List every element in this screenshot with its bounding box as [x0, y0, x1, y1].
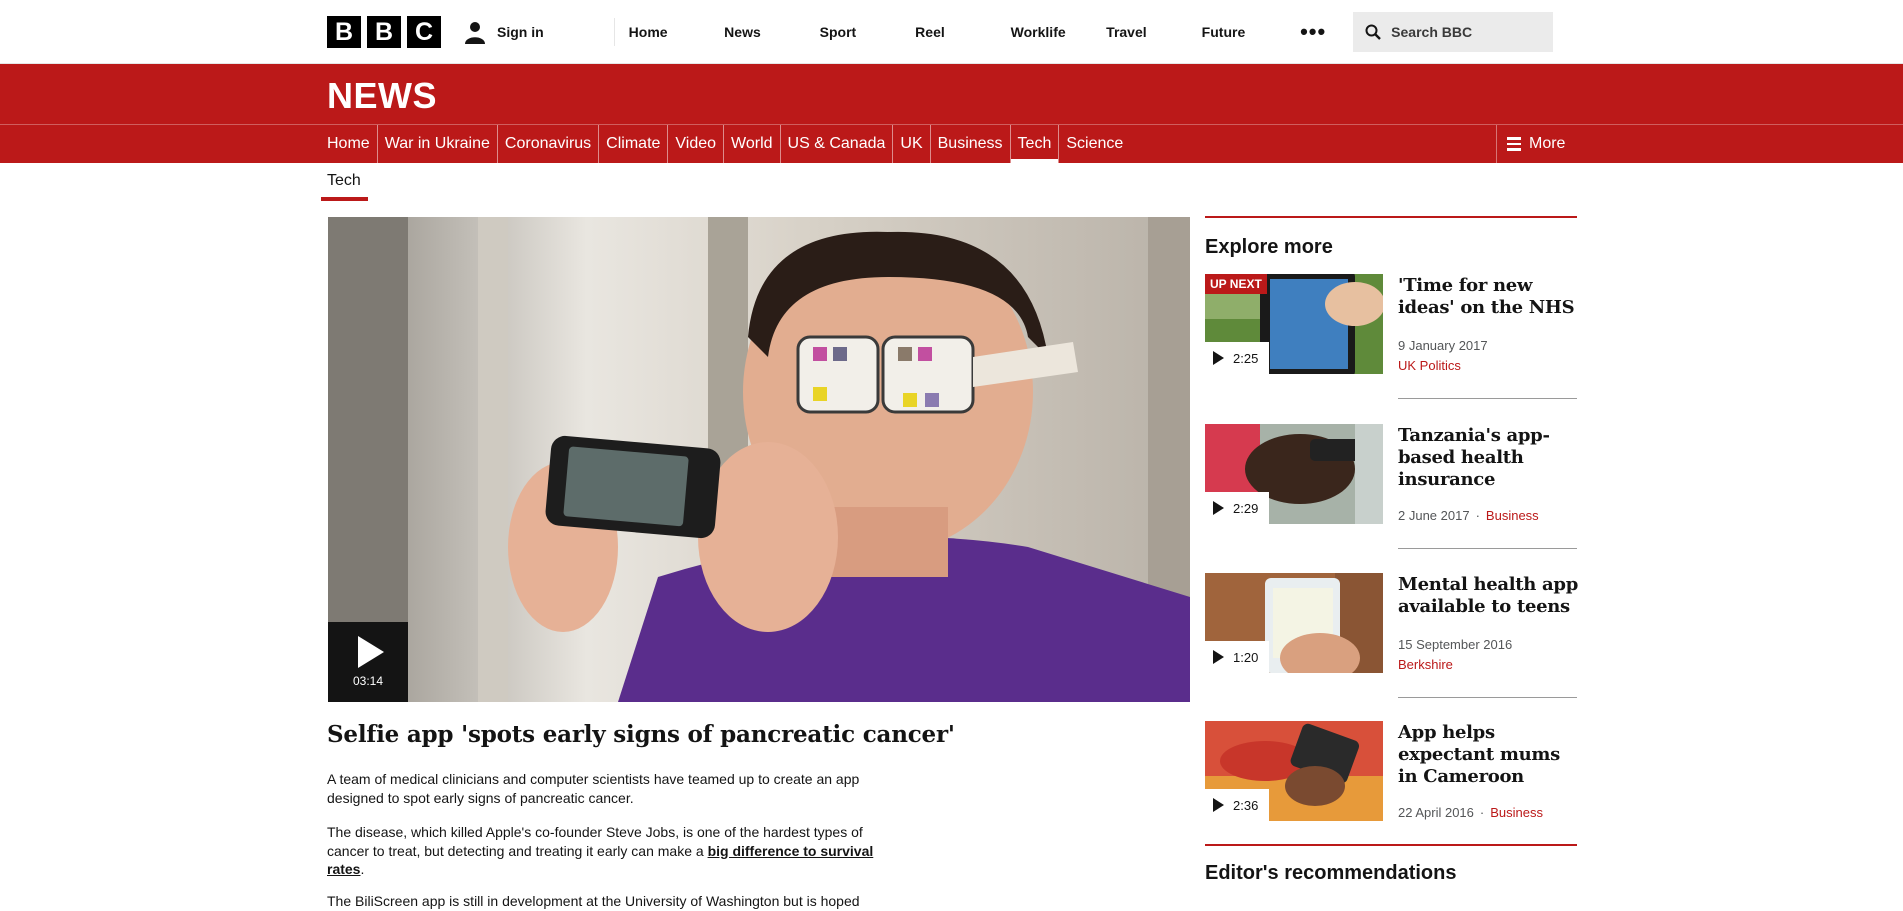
news-nav-war-in-ukraine[interactable]: War in Ukraine: [378, 125, 498, 163]
explore-item-title[interactable]: App helps expectant mums in Cameroon: [1398, 722, 1578, 788]
article-paragraph: A team of medical clinicians and compute…: [327, 771, 860, 806]
explore-thumbnail[interactable]: 2:29: [1205, 424, 1383, 524]
user-icon: [465, 22, 485, 44]
news-banner: NEWS: [0, 64, 1903, 124]
article-paragraph: The disease, which killed Apple's co-fou…: [327, 823, 902, 879]
explore-item-title[interactable]: 'Time for new ideas' on the NHS: [1398, 275, 1578, 319]
explore-thumbnail[interactable]: 2:36: [1205, 721, 1383, 821]
play-icon: [1213, 501, 1224, 515]
gnav-reel[interactable]: Reel: [901, 24, 997, 40]
item-duration: 1:20: [1233, 649, 1259, 665]
more-menu-button[interactable]: •••: [1283, 19, 1343, 45]
item-date: 15 September 2016: [1398, 637, 1513, 652]
editors-recommendations: Editor's recommendations: [1205, 844, 1577, 885]
thumbnail-play: 2:36: [1205, 789, 1269, 821]
thumbnail-play: 2:29: [1205, 492, 1269, 524]
global-header: B B C Sign in Home News Sport Reel Workl…: [0, 0, 1903, 64]
gnav-news[interactable]: News: [710, 24, 806, 40]
explore-item-title[interactable]: Tanzania's app-based health insurance: [1398, 425, 1578, 491]
news-more-button[interactable]: More: [1496, 125, 1577, 163]
news-nav-climate[interactable]: Climate: [599, 125, 669, 163]
search-icon: [1365, 24, 1382, 40]
item-date: 22 April 2016: [1398, 805, 1474, 820]
item-separator: [1398, 697, 1577, 698]
item-meta: 9 January 2017: [1398, 338, 1488, 353]
logo-letter: B: [327, 16, 361, 48]
item-duration: 2:25: [1233, 350, 1259, 366]
item-category-link[interactable]: Business: [1490, 805, 1543, 820]
gnav-future[interactable]: Future: [1188, 24, 1284, 40]
gnav-worklife[interactable]: Worklife: [997, 24, 1093, 40]
item-category-link[interactable]: Business: [1486, 508, 1539, 523]
meta-separator: ·: [1479, 805, 1485, 820]
news-nav-uk[interactable]: UK: [893, 125, 931, 163]
gnav-home[interactable]: Home: [615, 24, 711, 40]
news-logo[interactable]: NEWS: [327, 75, 437, 117]
news-nav-tech[interactable]: Tech: [1010, 125, 1060, 163]
signin-label: Sign in: [497, 24, 544, 40]
global-nav: Home News Sport Reel Worklife Travel Fut…: [615, 24, 1284, 40]
explore-item[interactable]: 2:36 App helps expectant mums in Cameroo…: [1205, 721, 1577, 821]
item-category-link[interactable]: UK Politics: [1398, 358, 1461, 373]
item-meta: 22 April 2016 · Business: [1398, 805, 1543, 820]
explore-thumbnail[interactable]: 1:20: [1205, 573, 1383, 673]
gnav-sport[interactable]: Sport: [806, 24, 902, 40]
main-video-player[interactable]: 03:14: [328, 217, 1190, 702]
video-duration: 03:14: [352, 674, 384, 688]
item-meta: 2 June 2017 · Business: [1398, 508, 1539, 523]
news-more-label: More: [1529, 135, 1566, 152]
thumbnail-play: 2:25: [1205, 342, 1269, 374]
news-nav-us-canada[interactable]: US & Canada: [781, 125, 894, 163]
video-still-image: [328, 217, 1190, 702]
play-button[interactable]: 03:14: [328, 622, 408, 702]
item-duration: 2:36: [1233, 797, 1259, 813]
news-nav-business[interactable]: Business: [931, 125, 1011, 163]
search-input[interactable]: Search BBC: [1353, 12, 1554, 52]
up-next-badge: UP NEXT: [1205, 274, 1267, 294]
explore-thumbnail[interactable]: UP NEXT 2:25: [1205, 274, 1383, 374]
item-date: 9 January 2017: [1398, 338, 1488, 353]
paragraph-text: .: [360, 861, 365, 877]
thumbnail-play: 1:20: [1205, 641, 1269, 673]
article-headline: Selfie app 'spots early signs of pancrea…: [327, 721, 955, 748]
item-meta: 15 September 2016: [1398, 637, 1512, 652]
play-icon: [1213, 650, 1224, 664]
explore-item[interactable]: UP NEXT 2:25 'Time for new ideas' on the…: [1205, 274, 1577, 374]
news-nav-home[interactable]: Home: [327, 125, 378, 163]
editors-heading: Editor's recommendations: [1205, 862, 1457, 884]
play-icon: [1213, 798, 1224, 812]
news-nav-science[interactable]: Science: [1059, 125, 1130, 163]
item-category-link[interactable]: Berkshire: [1398, 657, 1453, 672]
news-nav: Home War in Ukraine Coronavirus Climate …: [0, 124, 1903, 163]
signin-link[interactable]: Sign in: [463, 18, 615, 46]
explore-item[interactable]: 2:29 Tanzania's app-based health insuran…: [1205, 424, 1577, 524]
explore-item-title[interactable]: Mental health app available to teens: [1398, 574, 1578, 618]
item-date: 2 June 2017: [1398, 508, 1470, 523]
logo-letter: B: [367, 16, 401, 48]
section-tab-underline: [321, 197, 368, 201]
item-separator: [1398, 398, 1577, 399]
news-nav-coronavirus[interactable]: Coronavirus: [498, 125, 600, 163]
logo-letter: C: [407, 16, 441, 48]
sidebar-rule: [1205, 844, 1577, 846]
item-meta: UK Politics: [1398, 358, 1461, 373]
item-meta: Berkshire: [1398, 657, 1453, 672]
section-tab-tech[interactable]: Tech: [327, 172, 361, 190]
search-placeholder: Search BBC: [1391, 24, 1473, 40]
article-paragraph: The BiliScreen app is still in developme…: [327, 893, 860, 909]
play-icon: [1213, 351, 1224, 365]
explore-more-sidebar: Explore more UP NEXT 2:25 'Time for new …: [1205, 216, 1578, 821]
item-duration: 2:29: [1233, 500, 1259, 516]
play-icon: [358, 636, 384, 668]
gnav-travel[interactable]: Travel: [1092, 24, 1188, 40]
news-nav-world[interactable]: World: [724, 125, 781, 163]
bbc-logo[interactable]: B B C: [327, 16, 441, 48]
meta-separator: ·: [1475, 508, 1480, 523]
news-nav-video[interactable]: Video: [668, 125, 725, 163]
explore-item[interactable]: 1:20 Mental health app available to teen…: [1205, 573, 1578, 673]
sidebar-rule: [1205, 216, 1577, 218]
hamburger-icon: [1507, 137, 1521, 151]
item-separator: [1398, 548, 1577, 549]
explore-more-heading: Explore more: [1205, 236, 1333, 258]
